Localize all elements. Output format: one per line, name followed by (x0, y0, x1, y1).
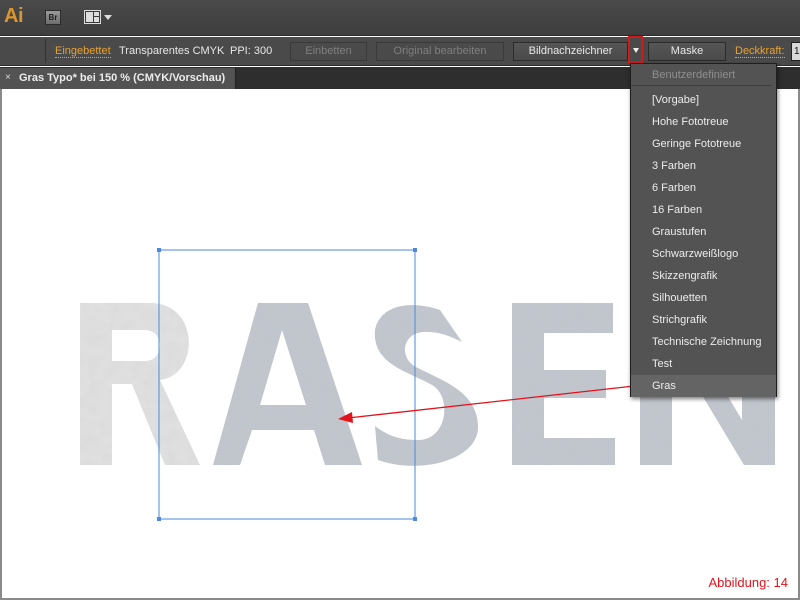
menu-item-line-art[interactable]: Strichgrafik (631, 309, 776, 331)
menu-item-3-colors[interactable]: 3 Farben (631, 155, 776, 177)
trace-presets-menu: Benutzerdefiniert [Vorgabe] Hohe Fototre… (630, 63, 777, 397)
resize-handle[interactable] (413, 248, 417, 252)
menu-item-gras[interactable]: Gras (631, 375, 776, 397)
menu-item-test[interactable]: Test (631, 353, 776, 375)
menu-item-16-colors[interactable]: 16 Farben (631, 199, 776, 221)
letter-r (80, 303, 200, 465)
letter-e (512, 303, 615, 465)
resize-handle[interactable] (157, 248, 161, 252)
menu-item-6-colors[interactable]: 6 Farben (631, 177, 776, 199)
menu-item-silhouettes[interactable]: Silhouetten (631, 287, 776, 309)
menu-item-default[interactable]: [Vorgabe] (631, 89, 776, 111)
menu-item-high-fidelity-photo[interactable]: Hohe Fototreue (631, 111, 776, 133)
menu-item-low-fidelity-photo[interactable]: Geringe Fototreue (631, 133, 776, 155)
letter-s (374, 305, 479, 466)
selection-bounding-box[interactable] (157, 248, 417, 521)
resize-handle[interactable] (157, 517, 161, 521)
menu-header-custom: Benutzerdefiniert (631, 64, 772, 86)
menu-item-grayscale[interactable]: Graustufen (631, 221, 776, 243)
menu-item-black-white-logo[interactable]: Schwarzweißlogo (631, 243, 776, 265)
letter-a (213, 303, 362, 465)
menu-item-technical-drawing[interactable]: Technische Zeichnung (631, 331, 776, 353)
annotation-arrow (338, 385, 635, 423)
resize-handle[interactable] (413, 517, 417, 521)
menu-item-sketched-art[interactable]: Skizzengrafik (631, 265, 776, 287)
